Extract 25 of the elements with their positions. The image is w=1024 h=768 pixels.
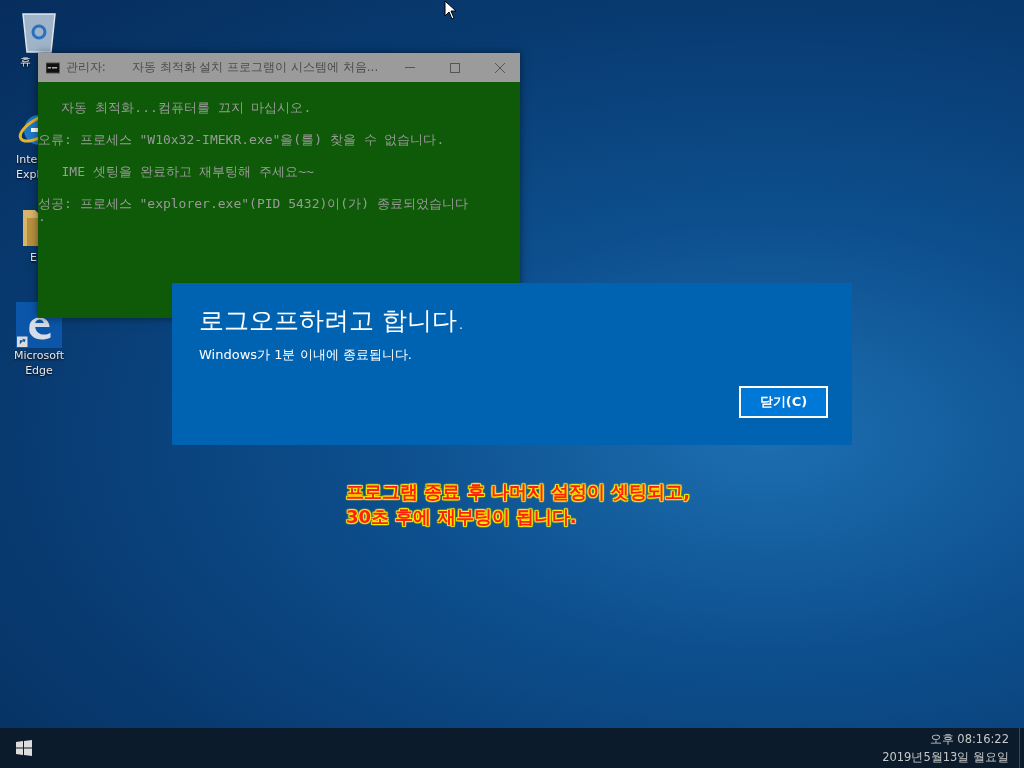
console-line: 성공: 프로세스 "explorer.exe"(PID 5432)이(가) 종료되었습니다 [38, 195, 469, 213]
dialog-title: 로그오프하려고 합니다. [199, 305, 466, 337]
dialog-message: Windows가 1분 이내에 종료됩니다. [199, 346, 413, 364]
desktop-icon-label[interactable]: Microsoft Edge [13, 348, 65, 378]
desktop-icon-label[interactable]: 휴 [20, 54, 31, 69]
window-title: 자동 최적화 설치 프로그램이 시스템에 처음... [131, 59, 379, 76]
console-line: 자동 최적화...컴퓨터를 끄지 마십시오. [60, 99, 313, 117]
windows-logo-icon [16, 740, 32, 756]
console-line: IME 셋팅을 완료하고 재부팅해 주세요~~ [60, 163, 315, 181]
clock-date: 2019년5월13일 월요일 [882, 749, 1009, 766]
close-icon [495, 62, 506, 73]
mouse-pointer-icon [444, 0, 457, 20]
console-icon [46, 61, 60, 74]
desktop-icon-label[interactable]: Inte Expl [16, 152, 40, 182]
minimize-icon [404, 67, 415, 68]
maximize-icon [450, 62, 461, 73]
annotation-text: 30초 후에 재부팅이 됩니다. [346, 505, 578, 529]
annotation-text: 프로그램 종료 후 나머지 설정이 셋팅되고, [346, 480, 691, 504]
taskbar-clock[interactable]: 오후 08:16:22 2019년5월13일 월요일 [882, 730, 1019, 766]
window-title-prefix: 관리자: [65, 59, 106, 76]
console-line: . [38, 212, 46, 222]
close-dialog-button[interactable]: 닫기(C) [739, 386, 828, 418]
desktop-icon-label[interactable]: E [30, 250, 37, 265]
clock-time: 오후 08:16:22 [929, 731, 1009, 748]
console-line: 오류: 프로세스 "W10x32-IMEKR.exe"을(를) 찾을 수 없습니다. [38, 131, 446, 149]
